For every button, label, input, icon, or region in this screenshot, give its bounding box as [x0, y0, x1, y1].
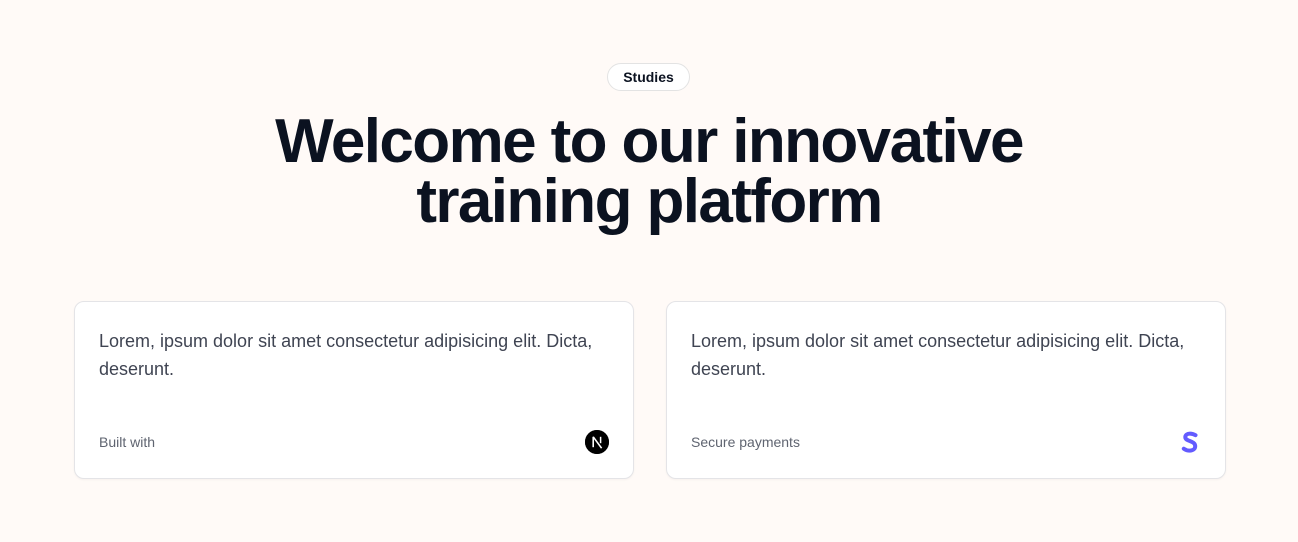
- feature-card-secure-payments: Lorem, ipsum dolor sit amet consectetur …: [666, 301, 1226, 479]
- page-title: Welcome to our innovative training platf…: [0, 107, 1298, 236]
- card-footer-label: Built with: [99, 434, 156, 450]
- page-title-line-1: Welcome to our innovative: [275, 107, 1024, 176]
- feature-card-built-with: Lorem, ipsum dolor sit amet consectetur …: [74, 301, 634, 479]
- card-description: Lorem, ipsum dolor sit amet consectetur …: [99, 331, 593, 379]
- nextjs-logo-icon: [585, 430, 609, 454]
- nextjs-logo-svg: [585, 430, 609, 454]
- stripe-logo-svg: [1181, 431, 1198, 453]
- studies-badge: Studies: [607, 63, 690, 91]
- card-description: Lorem, ipsum dolor sit amet consectetur …: [691, 331, 1185, 379]
- stripe-logo-icon: [1181, 428, 1199, 456]
- page-title-line-2: training platform: [416, 167, 883, 236]
- card-footer-label: Secure payments: [691, 434, 800, 450]
